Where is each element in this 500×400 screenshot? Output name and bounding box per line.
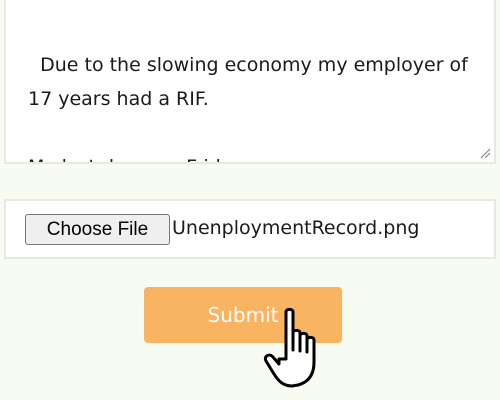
file-upload-field: Choose File UnenploymentRecord.png [4,199,496,259]
message-textarea[interactable]: Due to the slowing economy my employer o… [4,0,496,164]
hand-pointer-icon [263,307,316,388]
selected-file-name: UnenploymentRecord.png [172,217,420,239]
message-text: Due to the slowing economy my employer o… [28,54,468,162]
choose-file-button[interactable]: Choose File [25,214,170,245]
resize-grip-icon[interactable] [480,148,491,159]
